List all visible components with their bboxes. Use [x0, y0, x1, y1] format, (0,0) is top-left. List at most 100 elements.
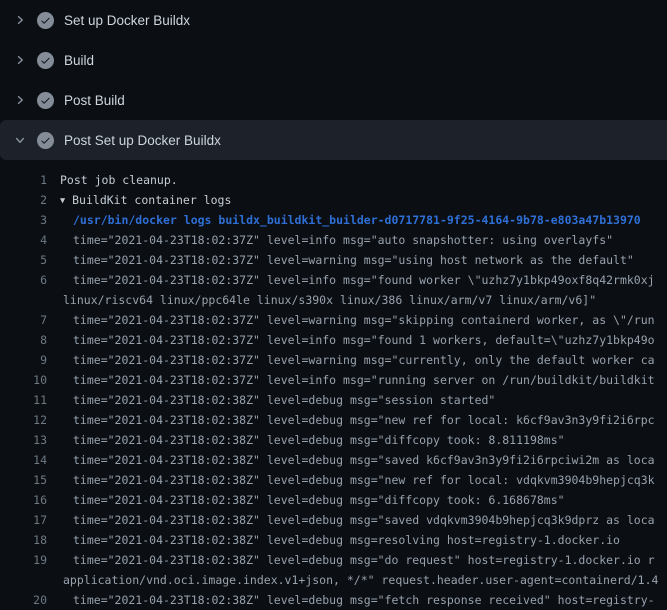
log-line: 18 time="2021-04-23T18:02:38Z" level=debu… — [0, 530, 667, 550]
log-line: 8 time="2021-04-23T18:02:37Z" level=info … — [0, 330, 667, 350]
log-message: time="2021-04-23T18:02:38Z" level=debug … — [73, 453, 655, 467]
steps-list: Set up Docker Buildx Build Post Build Post … — [0, 0, 667, 160]
log-line: application/vnd.oci.image.index.v1+json,… — [0, 570, 667, 590]
line-number[interactable]: 17 — [0, 510, 47, 530]
log-text: time="2021-04-23T18:02:37Z" level=info m… — [73, 370, 655, 390]
log-text: Post job cleanup. — [60, 170, 178, 190]
line-number[interactable]: 13 — [0, 430, 47, 450]
step-section-header[interactable]: Set up Docker Buildx — [0, 0, 667, 40]
log-message: Post job cleanup. — [60, 173, 178, 187]
log-message: linux/riscv64 linux/ppc64le linux/s390x … — [63, 293, 596, 307]
step-label: Build — [64, 53, 94, 68]
line-number[interactable]: 1 — [0, 170, 47, 190]
log-message: time="2021-04-23T18:02:37Z" level=warnin… — [73, 313, 655, 327]
log-message: time="2021-04-23T18:02:38Z" level=debug … — [73, 553, 655, 567]
step-section-header[interactable]: Build — [0, 40, 667, 80]
log-line: 2 ▼ BuildKit container logs — [0, 190, 667, 210]
line-number[interactable]: 11 — [0, 390, 47, 410]
log-message: time="2021-04-23T18:02:37Z" level=info m… — [73, 373, 655, 387]
log-message: time="2021-04-23T18:02:38Z" level=debug … — [73, 413, 655, 427]
line-number[interactable]: 2 — [0, 190, 47, 210]
line-number[interactable]: 3 — [0, 210, 47, 230]
log-line: 19 time="2021-04-23T18:02:38Z" level=debu… — [0, 550, 667, 570]
log-message: /usr/bin/docker logs buildx_buildkit_bui… — [73, 213, 641, 227]
step-label: Set up Docker Buildx — [64, 13, 190, 28]
log-line: 14 time="2021-04-23T18:02:38Z" level=debu… — [0, 450, 667, 470]
log-line: 12 time="2021-04-23T18:02:38Z" level=debu… — [0, 410, 667, 430]
line-number[interactable]: 4 — [0, 230, 47, 250]
log-message: time="2021-04-23T18:02:37Z" level=info m… — [73, 273, 655, 287]
log-message: time="2021-04-23T18:02:37Z" level=warnin… — [73, 353, 655, 367]
line-number[interactable]: 8 — [0, 330, 47, 350]
step-label: Post Set up Docker Buildx — [64, 133, 221, 148]
log-text: time="2021-04-23T18:02:37Z" level=info m… — [73, 270, 655, 290]
log-message: time="2021-04-23T18:02:38Z" level=debug … — [73, 513, 655, 527]
log-text: time="2021-04-23T18:02:38Z" level=debug … — [73, 430, 565, 450]
log-line: 20 time="2021-04-23T18:02:38Z" level=debu… — [0, 590, 667, 610]
chevron-down-icon — [12, 132, 28, 148]
check-circle-icon — [37, 132, 54, 149]
log-line: 16 time="2021-04-23T18:02:38Z" level=debu… — [0, 490, 667, 510]
line-number[interactable]: 6 — [0, 270, 47, 290]
log-text: time="2021-04-23T18:02:37Z" level=warnin… — [73, 350, 655, 370]
step-section-header[interactable]: Post Set up Docker Buildx — [0, 120, 667, 160]
line-number[interactable]: 10 — [0, 370, 47, 390]
check-circle-icon — [37, 52, 54, 69]
log-message: time="2021-04-23T18:02:38Z" level=debug … — [73, 493, 565, 507]
log-message: time="2021-04-23T18:02:38Z" level=debug … — [73, 433, 565, 447]
log-text: time="2021-04-23T18:02:38Z" level=debug … — [73, 450, 655, 470]
log-message: time="2021-04-23T18:02:37Z" level=info m… — [73, 333, 655, 347]
log-text: time="2021-04-23T18:02:38Z" level=debug … — [73, 550, 655, 570]
line-number[interactable]: 12 — [0, 410, 47, 430]
line-number[interactable]: 19 — [0, 550, 47, 570]
chevron-right-icon — [12, 52, 28, 68]
chevron-right-icon — [12, 12, 28, 28]
log-line: 6 time="2021-04-23T18:02:37Z" level=info … — [0, 270, 667, 290]
line-number[interactable]: 16 — [0, 490, 47, 510]
log-line: 11time="2021-04-23T18:02:38Z" level=debu… — [0, 390, 667, 410]
log-text: time="2021-04-23T18:02:37Z" level=warnin… — [73, 250, 634, 270]
line-number — [0, 570, 47, 590]
step-label: Post Build — [64, 93, 125, 108]
log-line: linux/riscv64 linux/ppc64le linux/s390x … — [0, 290, 667, 310]
line-number[interactable]: 20 — [0, 590, 47, 610]
line-number[interactable]: 7 — [0, 310, 47, 330]
log-line: 17 time="2021-04-23T18:02:38Z" level=debu… — [0, 510, 667, 530]
log-line: 3/usr/bin/docker logs buildx_buildkit_bu… — [0, 210, 667, 230]
chevron-right-icon — [12, 92, 28, 108]
step-section-header[interactable]: Post Build — [0, 80, 667, 120]
log-line: 5 time="2021-04-23T18:02:37Z" level=warni… — [0, 250, 667, 270]
line-number[interactable]: 18 — [0, 530, 47, 550]
log-text: time="2021-04-23T18:02:38Z" level=debug … — [73, 490, 565, 510]
log-text: /usr/bin/docker logs buildx_buildkit_bui… — [73, 210, 641, 230]
line-number[interactable]: 5 — [0, 250, 47, 270]
log-line: 7 time="2021-04-23T18:02:37Z" level=warni… — [0, 310, 667, 330]
log-message: time="2021-04-23T18:02:37Z" level=info m… — [73, 233, 613, 247]
group-toggle-icon[interactable]: ▼ — [60, 196, 65, 206]
check-circle-icon — [37, 92, 54, 109]
log-message: time="2021-04-23T18:02:37Z" level=warnin… — [73, 253, 634, 267]
line-number — [0, 290, 47, 310]
log-message: time="2021-04-23T18:02:38Z" level=debug … — [73, 593, 655, 607]
log-text: application/vnd.oci.image.index.v1+json,… — [63, 570, 658, 590]
line-number[interactable]: 9 — [0, 350, 47, 370]
log-panel: 1 Post job cleanup. 2 ▼ BuildKit container l… — [0, 160, 667, 610]
line-number[interactable]: 14 — [0, 450, 47, 470]
log-message: application/vnd.oci.image.index.v1+json,… — [63, 573, 658, 587]
log-text: time="2021-04-23T18:02:38Z" level=debug … — [73, 410, 655, 430]
log-message: time="2021-04-23T18:02:38Z" level=debug … — [73, 473, 655, 487]
line-number[interactable]: 15 — [0, 470, 47, 490]
log-text: time="2021-04-23T18:02:38Z" level=debug … — [73, 590, 655, 610]
log-text: time="2021-04-23T18:02:38Z" level=debug … — [73, 470, 655, 490]
log-line: 10 time="2021-04-23T18:02:37Z" level=info… — [0, 370, 667, 390]
log-line: 4 time="2021-04-23T18:02:37Z" level=info … — [0, 230, 667, 250]
log-message: BuildKit container logs — [72, 193, 231, 207]
log-line: 15 time="2021-04-23T18:02:38Z" level=debu… — [0, 470, 667, 490]
log-message: time="2021-04-23T18:02:38Z" level=debug … — [73, 533, 620, 547]
log-text: time="2021-04-23T18:02:38Z" level=debug … — [73, 530, 620, 550]
log-line: 9 time="2021-04-23T18:02:37Z" level=warni… — [0, 350, 667, 370]
log-text: time="2021-04-23T18:02:37Z" level=info m… — [73, 330, 655, 350]
log-line: 1 Post job cleanup. — [0, 170, 667, 190]
log-text: time="2021-04-23T18:02:38Z" level=debug … — [73, 510, 655, 530]
log-text: time="2021-04-23T18:02:37Z" level=warnin… — [73, 310, 655, 330]
